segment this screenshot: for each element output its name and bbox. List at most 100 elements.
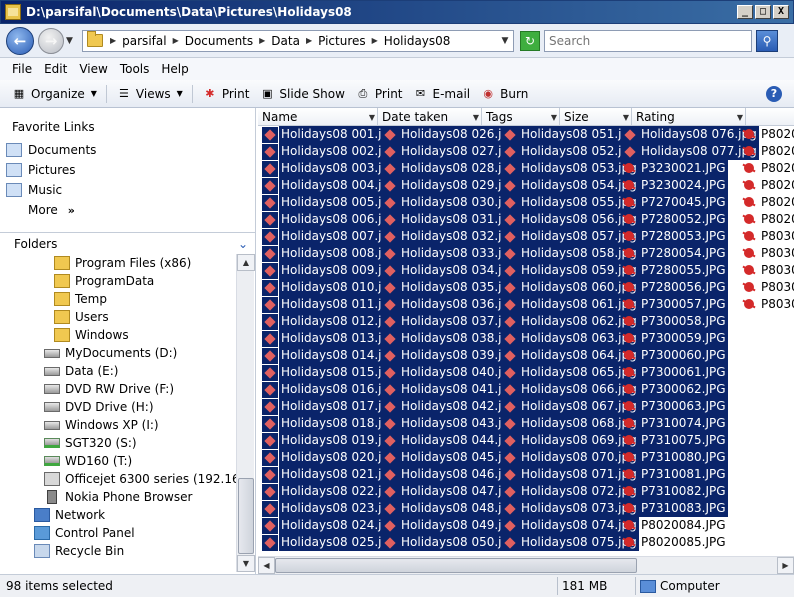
file-item[interactable]: P7300059.JPG bbox=[622, 330, 728, 347]
file-item[interactable]: Holidays08 021.jpg bbox=[262, 466, 399, 483]
file-item[interactable]: P7300060.JPG bbox=[622, 347, 728, 364]
file-item[interactable]: P7310083.JPG bbox=[622, 500, 728, 517]
file-item[interactable]: Holidays08 050.jpg bbox=[382, 534, 519, 551]
tree-item[interactable]: Recycle Bin bbox=[0, 542, 236, 560]
print-button[interactable]: ✱ Print bbox=[197, 82, 255, 106]
file-item[interactable]: P7270045.JPG bbox=[622, 194, 728, 211]
file-item[interactable]: P7310080.JPG bbox=[622, 449, 728, 466]
file-item[interactable]: Holidays08 007.jpg bbox=[262, 228, 399, 245]
chevron-down-icon[interactable]: ▼ bbox=[369, 113, 375, 122]
file-item[interactable]: P7300061.JPG bbox=[622, 364, 728, 381]
file-item[interactable]: Holidays08 071.jpg bbox=[502, 466, 639, 483]
search-input[interactable] bbox=[544, 29, 752, 52]
file-item[interactable]: Holidays08 072.jpg bbox=[502, 483, 639, 500]
address-dropdown[interactable]: ▼ bbox=[497, 36, 513, 46]
file-item[interactable]: Holidays08 075.jpg bbox=[502, 534, 639, 551]
file-item[interactable]: P8020085.JPG bbox=[622, 534, 728, 551]
file-item[interactable]: P3230024.JPG bbox=[622, 177, 728, 194]
chevron-down-icon[interactable]: ▼ bbox=[623, 113, 629, 122]
file-item[interactable]: P7310082.JPG bbox=[622, 483, 728, 500]
tree-item[interactable]: Officejet 6300 series (192.168.1.30 bbox=[0, 470, 236, 488]
tree-item[interactable]: Control Panel bbox=[0, 524, 236, 542]
file-item[interactable]: P8030 bbox=[742, 296, 794, 313]
file-item[interactable]: Holidays08 025.jpg bbox=[262, 534, 399, 551]
file-item[interactable]: Holidays08 063.jpg bbox=[502, 330, 639, 347]
file-item[interactable]: P8020 bbox=[742, 160, 794, 177]
file-item[interactable]: Holidays08 045.jpg bbox=[382, 449, 519, 466]
breadcrumb-item[interactable]: Holidays08 bbox=[381, 34, 454, 48]
file-item[interactable]: Holidays08 074.jpg bbox=[502, 517, 639, 534]
file-item[interactable]: P8020 bbox=[742, 143, 794, 160]
file-item[interactable]: P7300058.JPG bbox=[622, 313, 728, 330]
file-item[interactable]: Holidays08 031.jpg bbox=[382, 211, 519, 228]
file-item[interactable]: Holidays08 022.jpg bbox=[262, 483, 399, 500]
tree-item[interactable]: SGT320 (S:) bbox=[0, 434, 236, 452]
breadcrumb-separator[interactable]: ▶ bbox=[256, 36, 268, 45]
file-item[interactable]: P7280054.JPG bbox=[622, 245, 728, 262]
scroll-left-arrow[interactable]: ◀ bbox=[258, 557, 275, 574]
file-item[interactable]: Holidays08 051.jpg bbox=[502, 126, 639, 143]
close-button[interactable]: X bbox=[773, 5, 789, 19]
file-item[interactable]: P8020084.JPG bbox=[622, 517, 728, 534]
scroll-up-arrow[interactable]: ▲ bbox=[237, 254, 255, 271]
tree-item[interactable]: Data (E:) bbox=[0, 362, 236, 380]
column-header-rating[interactable]: Rating ▼ bbox=[632, 108, 746, 126]
file-item[interactable]: Holidays08 006.jpg bbox=[262, 211, 399, 228]
file-item[interactable]: Holidays08 047.jpg bbox=[382, 483, 519, 500]
address-bar[interactable]: ▶ parsifal ▶ Documents ▶ Data ▶ Pictures ▶ Holida… bbox=[82, 29, 514, 52]
column-header-date-taken[interactable]: Date taken ▼ bbox=[378, 108, 482, 126]
file-item[interactable]: Holidays08 070.jpg bbox=[502, 449, 639, 466]
file-item[interactable]: Holidays08 034.jpg bbox=[382, 262, 519, 279]
file-item[interactable]: Holidays08 015.jpg bbox=[262, 364, 399, 381]
file-item[interactable]: P7300063.JPG bbox=[622, 398, 728, 415]
file-item[interactable]: Holidays08 001.jpg bbox=[262, 126, 399, 143]
file-item[interactable]: P7310074.JPG bbox=[622, 415, 728, 432]
file-item[interactable]: P7300057.JPG bbox=[622, 296, 728, 313]
tree-item[interactable]: Temp bbox=[0, 290, 236, 308]
file-item[interactable]: Holidays08 023.jpg bbox=[262, 500, 399, 517]
file-item[interactable]: Holidays08 036.jpg bbox=[382, 296, 519, 313]
slideshow-button[interactable]: ▣ Slide Show bbox=[254, 82, 349, 106]
file-item[interactable]: Holidays08 026.jpg bbox=[382, 126, 519, 143]
forward-button[interactable]: → bbox=[38, 27, 64, 54]
menu-edit[interactable]: Edit bbox=[38, 62, 73, 76]
file-item[interactable]: P7300062.JPG bbox=[622, 381, 728, 398]
menu-file[interactable]: File bbox=[6, 62, 38, 76]
file-item[interactable]: Holidays08 017.jpg bbox=[262, 398, 399, 415]
file-item[interactable]: Holidays08 059.jpg bbox=[502, 262, 639, 279]
file-item[interactable]: P3230021.JPG bbox=[622, 160, 728, 177]
scroll-thumb[interactable] bbox=[238, 478, 254, 554]
file-item[interactable]: Holidays08 033.jpg bbox=[382, 245, 519, 262]
menu-tools[interactable]: Tools bbox=[114, 62, 156, 76]
favorite-pictures[interactable]: Pictures bbox=[6, 160, 246, 180]
chevron-down-icon[interactable]: ▼ bbox=[737, 113, 743, 122]
file-item[interactable]: P7280052.JPG bbox=[622, 211, 728, 228]
breadcrumb-item[interactable]: Documents bbox=[182, 34, 256, 48]
file-item[interactable]: P8030 bbox=[742, 262, 794, 279]
file-item[interactable]: P8020 bbox=[742, 194, 794, 211]
file-item[interactable]: Holidays08 067.jpg bbox=[502, 398, 639, 415]
file-item[interactable]: Holidays08 024.jpg bbox=[262, 517, 399, 534]
file-item[interactable]: Holidays08 027.jpg bbox=[382, 143, 519, 160]
file-item[interactable]: Holidays08 003.jpg bbox=[262, 160, 399, 177]
horizontal-scroll-thumb[interactable] bbox=[275, 558, 637, 573]
file-item[interactable]: Holidays08 013.jpg bbox=[262, 330, 399, 347]
file-item[interactable]: Holidays08 069.jpg bbox=[502, 432, 639, 449]
print-printer-button[interactable]: ⎙ Print bbox=[350, 82, 408, 106]
file-item[interactable]: Holidays08 046.jpg bbox=[382, 466, 519, 483]
file-item[interactable]: P8020 bbox=[742, 211, 794, 228]
refresh-button[interactable]: ↻ bbox=[520, 30, 540, 51]
breadcrumb-item[interactable]: Pictures bbox=[315, 34, 369, 48]
file-item[interactable]: Holidays08 039.jpg bbox=[382, 347, 519, 364]
file-item[interactable]: Holidays08 055.jpg bbox=[502, 194, 639, 211]
minimize-button[interactable]: _ bbox=[737, 5, 753, 19]
file-item[interactable]: Holidays08 020.jpg bbox=[262, 449, 399, 466]
tree-item[interactable]: MyDocuments (D:) bbox=[0, 344, 236, 362]
scroll-right-arrow[interactable]: ▶ bbox=[777, 557, 794, 574]
recent-pages-dropdown[interactable]: ▼ bbox=[66, 36, 76, 46]
file-item[interactable]: P8030 bbox=[742, 279, 794, 296]
file-item[interactable]: Holidays08 014.jpg bbox=[262, 347, 399, 364]
file-item[interactable]: Holidays08 076.jpg bbox=[622, 126, 759, 143]
file-item[interactable]: Holidays08 062.jpg bbox=[502, 313, 639, 330]
tree-item[interactable]: Windows bbox=[0, 326, 236, 344]
